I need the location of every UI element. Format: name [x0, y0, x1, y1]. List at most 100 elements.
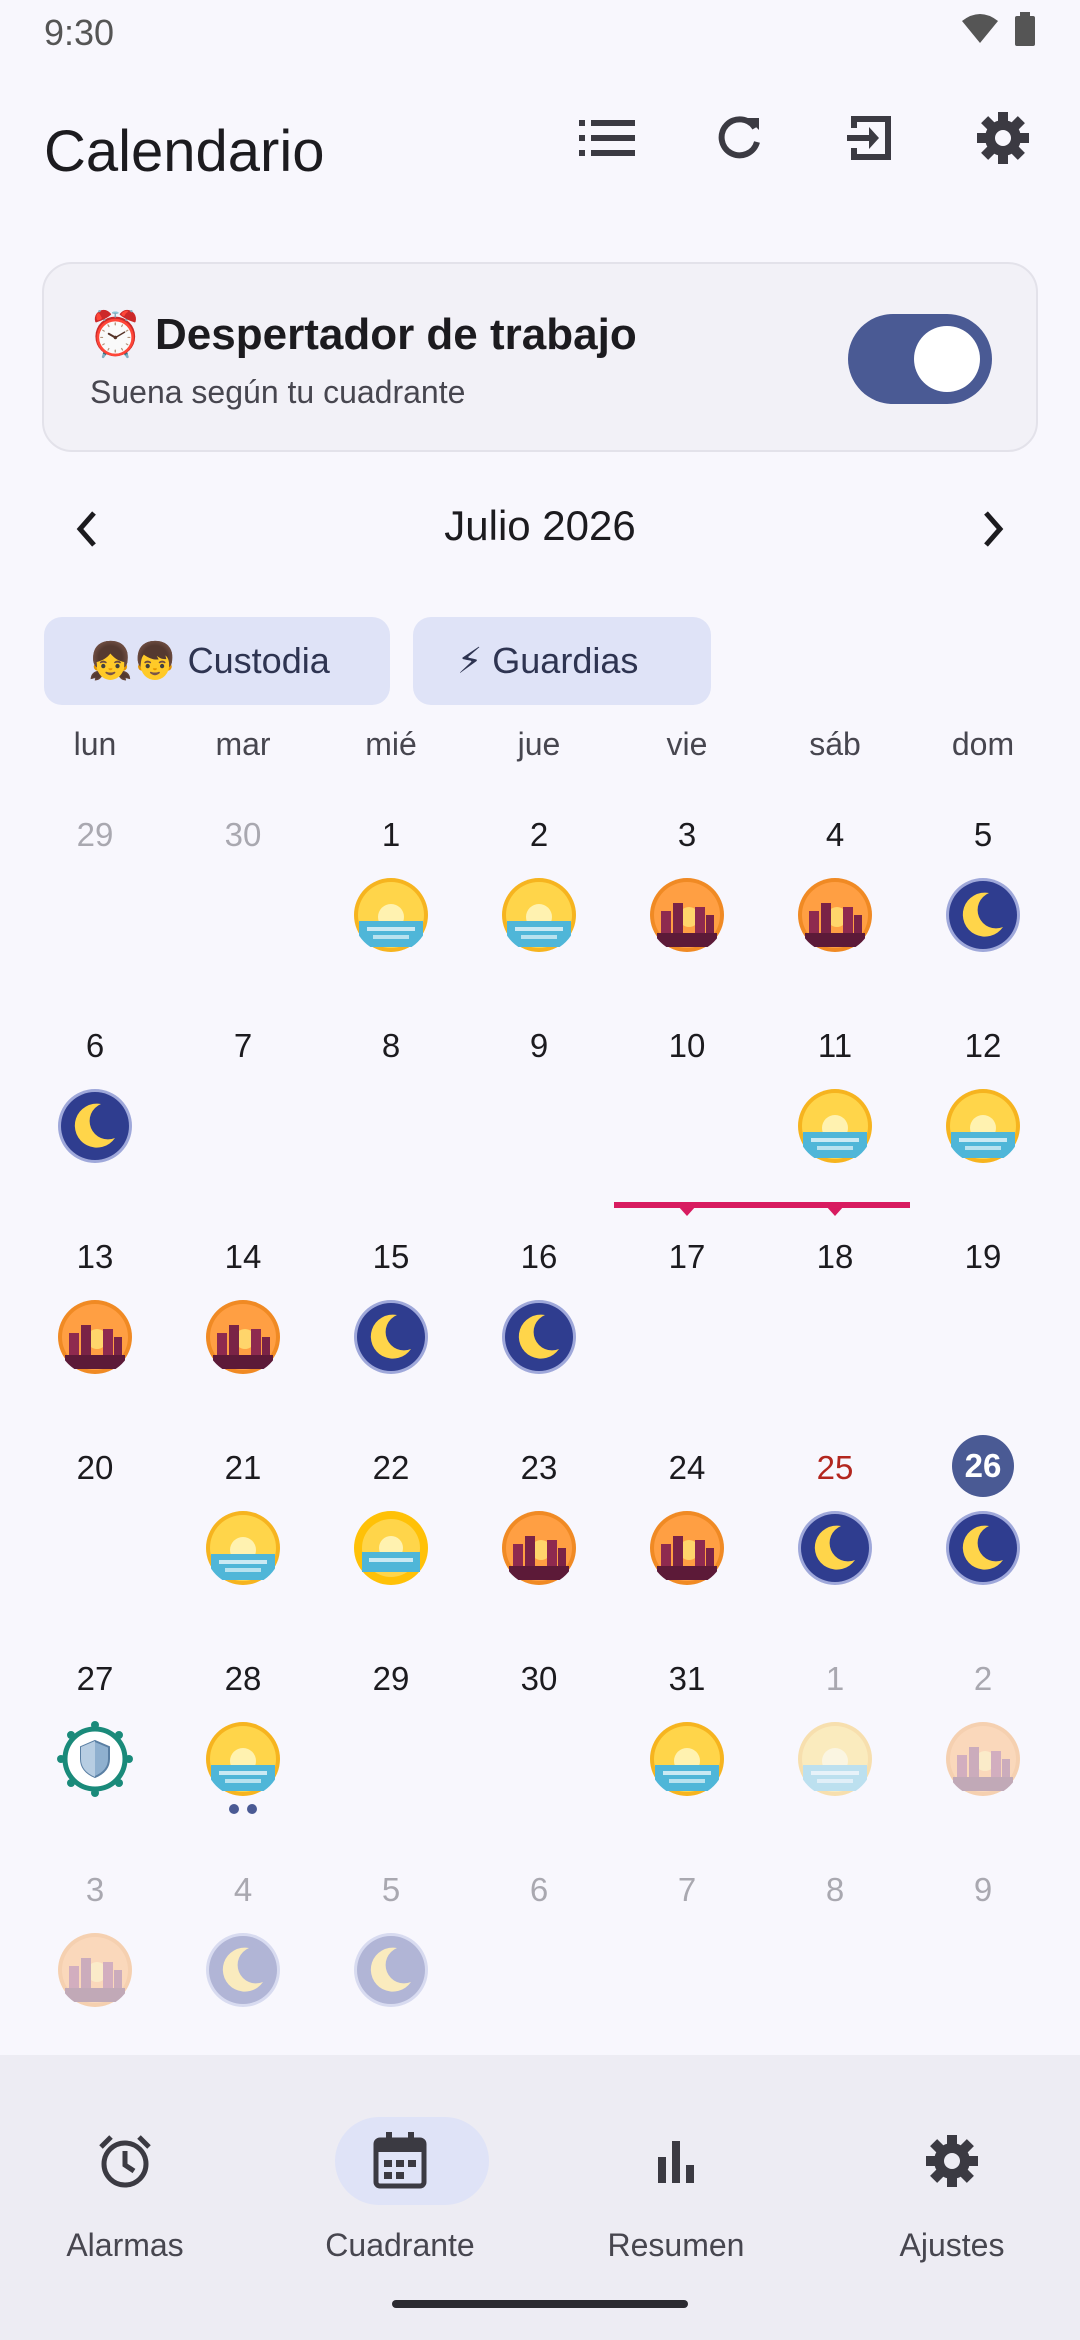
day-cell[interactable]: 19 [909, 1222, 1057, 1433]
guard-marker [678, 1206, 696, 1216]
day-cell[interactable]: 29 [317, 1644, 465, 1855]
sunrise-icon [205, 1721, 281, 1797]
sunrise-icon [945, 1088, 1021, 1164]
day-cell[interactable]: 22 [317, 1433, 465, 1644]
app-bar: Calendario [0, 100, 1080, 210]
day-cell[interactable]: 11 [761, 1011, 909, 1222]
day-cell[interactable]: 7 [169, 1011, 317, 1222]
day-cell[interactable]: 13 [21, 1222, 169, 1433]
month-title: Julio 2026 [444, 502, 636, 549]
day-number: 17 [668, 1238, 706, 1275]
weekday-label: mar [215, 726, 271, 762]
city-sunset-icon [945, 1721, 1021, 1797]
settings-button[interactable] [963, 100, 1043, 180]
day-number: 10 [668, 1027, 706, 1064]
day-number: 3 [85, 1871, 105, 1908]
home-indicator[interactable] [392, 2300, 688, 2308]
list-view-button[interactable] [567, 100, 647, 180]
sunrise-rays-icon [353, 1510, 429, 1586]
month-navigation: Julio 2026 [0, 490, 1080, 570]
chevron-right-icon [978, 509, 1008, 554]
day-cell[interactable]: 5 [909, 800, 1057, 1011]
alarm-toggle[interactable] [848, 314, 992, 404]
nav-item-alarmas[interactable]: Alarmas [0, 2085, 260, 2263]
weekday-label: dom [951, 726, 1015, 762]
refresh-button[interactable] [699, 100, 779, 180]
day-number: 6 [529, 1871, 549, 1908]
day-cell[interactable]: 3 [21, 1855, 169, 2066]
day-number: 25 [816, 1449, 854, 1486]
day-cell[interactable]: 7 [613, 1855, 761, 2066]
list-icon [579, 118, 635, 163]
day-cell[interactable]: 4 [761, 800, 909, 1011]
export-button[interactable] [831, 100, 911, 180]
status-time: 9:30 [44, 12, 115, 53]
day-number: 24 [668, 1449, 706, 1486]
day-cell[interactable]: 21 [169, 1433, 317, 1644]
day-cell[interactable]: 30 [169, 800, 317, 1011]
day-cell[interactable]: 14 [169, 1222, 317, 1433]
day-cell[interactable]: 4 [169, 1855, 317, 2066]
event-dot [229, 1804, 239, 1814]
day-cell[interactable]: 31 [613, 1644, 761, 1855]
shield-icon [57, 1721, 133, 1797]
day-number: 7 [677, 1871, 697, 1908]
nav-item-ajustes[interactable]: Ajustes [817, 2085, 1080, 2263]
sunrise-icon [649, 1721, 725, 1797]
day-number: 28 [224, 1660, 262, 1697]
day-cell[interactable]: 26 [909, 1433, 1057, 1644]
chip-custody[interactable]: 👧👦 Custodia [44, 617, 390, 705]
day-cell[interactable]: 8 [317, 1011, 465, 1222]
day-cell[interactable]: 8 [761, 1855, 909, 2066]
moon-icon [353, 1932, 429, 2008]
day-cell[interactable]: 20 [21, 1433, 169, 1644]
day-number: 29 [76, 816, 114, 853]
day-cell[interactable]: 1 [317, 800, 465, 1011]
day-cell[interactable]: 6 [21, 1011, 169, 1222]
nav-label: Resumen [607, 2227, 745, 2263]
day-cell[interactable]: 10 [613, 1011, 761, 1222]
day-cell[interactable]: 27 [21, 1644, 169, 1855]
day-number: 8 [381, 1027, 401, 1064]
weekday-label: vie [666, 726, 708, 762]
day-cell[interactable]: 15 [317, 1222, 465, 1433]
day-cell[interactable]: 23 [465, 1433, 613, 1644]
day-cell[interactable]: 29 [21, 800, 169, 1011]
status-icons [960, 12, 1036, 51]
sunrise-icon [797, 1721, 873, 1797]
chip-guards[interactable]: ⚡ Guardias [413, 617, 711, 705]
work-alarm-card: ⏰ Despertador de trabajo Suena según tu … [42, 262, 1038, 452]
day-cell[interactable]: 9 [465, 1011, 613, 1222]
day-cell[interactable]: 25 [761, 1433, 909, 1644]
day-cell[interactable]: 12 [909, 1011, 1057, 1222]
day-cell[interactable]: 2 [909, 1644, 1057, 1855]
day-cell[interactable]: 30 [465, 1644, 613, 1855]
day-cell[interactable]: 2 [465, 800, 613, 1011]
next-month-button[interactable] [958, 496, 1028, 566]
day-cell[interactable]: 28 [169, 1644, 317, 1855]
day-cell[interactable]: 3 [613, 800, 761, 1011]
day-cell[interactable]: 5 [317, 1855, 465, 2066]
day-cell[interactable]: 1 [761, 1644, 909, 1855]
nav-item-cuadrante[interactable]: Cuadrante [265, 2085, 535, 2263]
refresh-icon [713, 112, 765, 169]
day-cell[interactable]: 18 [761, 1222, 909, 1433]
export-icon [845, 112, 897, 169]
day-cell[interactable]: 9 [909, 1855, 1057, 2066]
alarm-icon [92, 2128, 158, 2194]
moon-icon [205, 1932, 281, 2008]
today-day-number: 26 [952, 1435, 1014, 1497]
nav-item-resumen[interactable]: Resumen [541, 2085, 811, 2263]
weekday-label: sáb [809, 726, 861, 762]
sunrise-icon [353, 877, 429, 953]
day-cell[interactable]: 24 [613, 1433, 761, 1644]
day-cell[interactable]: 16 [465, 1222, 613, 1433]
city-sunset-icon [57, 1932, 133, 2008]
day-number: 14 [224, 1238, 262, 1275]
day-cell[interactable]: 17 [613, 1222, 761, 1433]
city-sunset-icon [797, 877, 873, 953]
day-cell[interactable]: 6 [465, 1855, 613, 2066]
sunrise-icon [501, 877, 577, 953]
day-number: 1 [825, 1660, 845, 1697]
day-number: 20 [76, 1449, 114, 1486]
